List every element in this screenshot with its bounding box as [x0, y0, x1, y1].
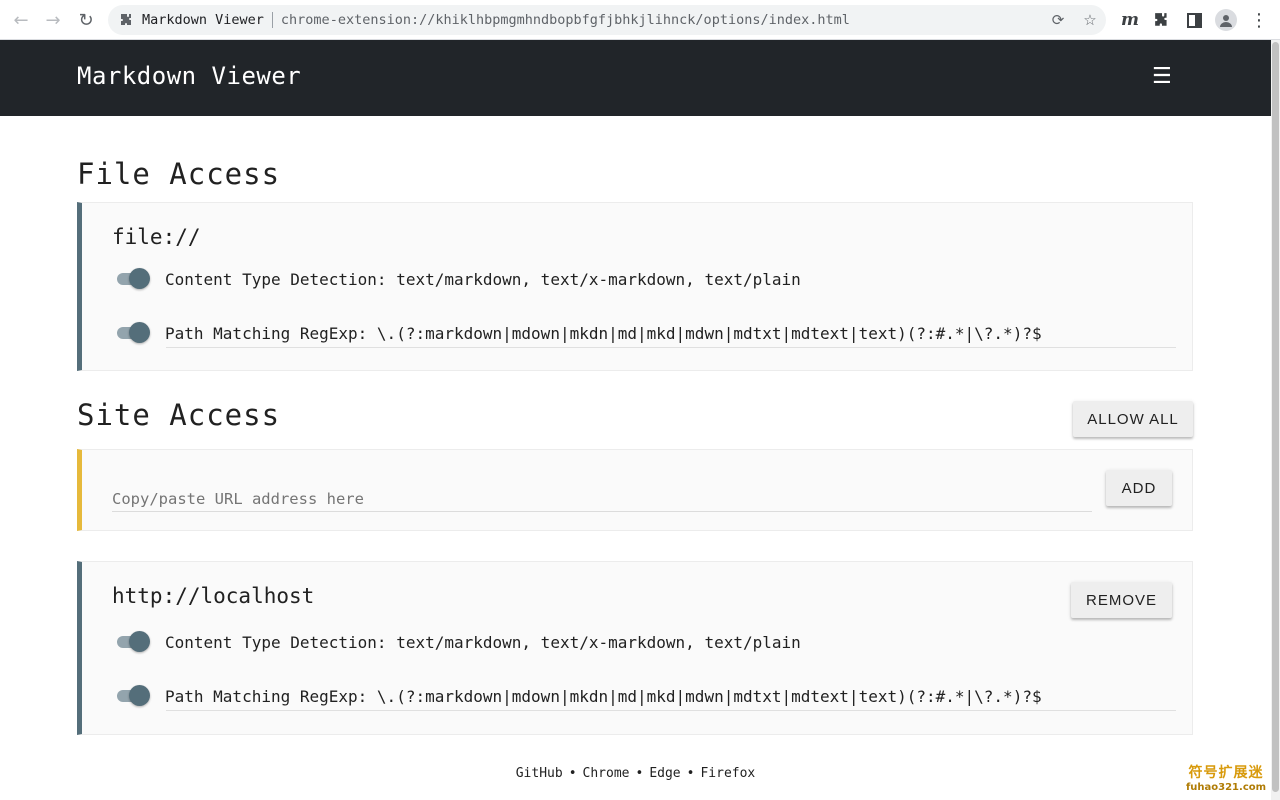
puzzle-icon [120, 13, 134, 27]
file-content-type-row: Content Type Detection: text/markdown, t… [115, 267, 801, 291]
url-input[interactable] [112, 486, 1092, 512]
footer-separator: • [635, 766, 644, 781]
path-matching-label[interactable]: Path Matching RegExp: \.(?:markdown|mdow… [165, 324, 1042, 343]
extensions-icon[interactable] [1150, 8, 1174, 32]
star-icon[interactable]: ☆ [1078, 8, 1102, 32]
forward-icon[interactable]: → [41, 8, 65, 32]
add-button[interactable]: ADD [1106, 470, 1172, 506]
file-path-matching-row: Path Matching RegExp: \.(?:markdown|mdow… [115, 321, 1042, 345]
allow-all-button[interactable]: ALLOW ALL [1073, 401, 1193, 437]
origin-card-localhost: http://localhost REMOVE Content Type Det… [77, 561, 1193, 735]
path-matching-underline [166, 347, 1176, 348]
watermark-logo: 符号扩展迷 fuhao321.com [1183, 762, 1269, 793]
footer-separator: • [686, 766, 695, 781]
share-icon[interactable]: ⟳ [1046, 8, 1070, 32]
file-access-card: file:// Content Type Detection: text/mar… [77, 202, 1193, 371]
toggle-thumb [129, 685, 150, 706]
watermark-top-text: 符号扩展迷 [1188, 765, 1264, 781]
toggle-thumb [129, 322, 150, 343]
footer-link-chrome[interactable]: Chrome [583, 766, 630, 781]
file-origin-title: file:// [112, 225, 201, 249]
content-type-label: Content Type Detection: text/markdown, t… [165, 269, 801, 289]
remove-button[interactable]: REMOVE [1071, 582, 1172, 618]
profile-icon[interactable] [1215, 9, 1237, 31]
address-extension-name: Markdown Viewer [142, 12, 264, 28]
site-access-title: Site Access [77, 398, 281, 432]
footer-link-edge[interactable]: Edge [649, 766, 680, 781]
back-icon[interactable]: ← [9, 8, 33, 32]
footer: GitHub • Chrome • Edge • Firefox [0, 766, 1271, 781]
address-bar[interactable]: Markdown Viewer chrome-extension://khikl… [108, 5, 1106, 35]
content-type-label: Content Type Detection: text/markdown, t… [165, 632, 801, 652]
footer-link-firefox[interactable]: Firefox [700, 766, 755, 781]
browser-toolbar: ← → ↻ Markdown Viewer chrome-extension:/… [0, 0, 1280, 40]
add-site-card: ADD [77, 449, 1193, 531]
origin-path-matching-row: Path Matching RegExp: \.(?:markdown|mdow… [115, 684, 1042, 708]
toggle-thumb [129, 631, 150, 652]
hamburger-icon[interactable]: ☰ [1152, 65, 1176, 89]
path-matching-toggle[interactable] [115, 685, 151, 707]
address-separator [271, 12, 273, 28]
origin-title: http://localhost [112, 584, 315, 608]
path-matching-underline [166, 710, 1176, 711]
footer-separator: • [568, 766, 577, 781]
toggle-thumb [129, 268, 150, 289]
more-icon[interactable]: ⋮ [1247, 8, 1271, 32]
origin-content-type-row: Content Type Detection: text/markdown, t… [115, 630, 801, 654]
content-type-toggle[interactable] [115, 268, 151, 290]
side-panel-icon[interactable] [1182, 8, 1206, 32]
markdown-extension-icon[interactable]: m [1118, 8, 1142, 32]
address-url: chrome-extension://khiklhbpmgmhndbopbfgf… [280, 12, 850, 28]
app-title: Markdown Viewer [77, 62, 302, 90]
path-matching-label[interactable]: Path Matching RegExp: \.(?:markdown|mdow… [165, 687, 1042, 706]
scrollbar[interactable] [1271, 40, 1280, 800]
reload-icon[interactable]: ↻ [74, 8, 98, 32]
footer-link-github[interactable]: GitHub [516, 766, 563, 781]
file-access-title: File Access [77, 157, 281, 191]
watermark-bottom-text: fuhao321.com [1185, 782, 1267, 793]
app-header: Markdown Viewer ☰ [0, 40, 1271, 116]
scrollbar-thumb[interactable] [1272, 42, 1279, 792]
path-matching-toggle[interactable] [115, 322, 151, 344]
content-type-toggle[interactable] [115, 631, 151, 653]
